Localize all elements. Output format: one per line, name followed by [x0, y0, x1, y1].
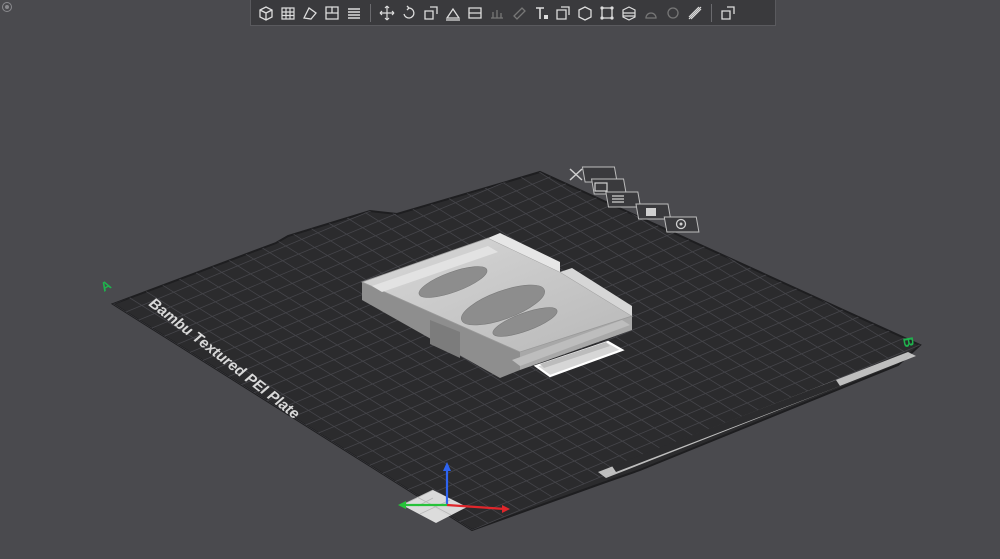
- cut-icon[interactable]: [465, 3, 485, 23]
- auto-orient-icon[interactable]: [300, 3, 320, 23]
- scale-icon[interactable]: [421, 3, 441, 23]
- rotate-icon[interactable]: [399, 3, 419, 23]
- main-toolbar: [250, 0, 776, 26]
- 3d-viewport[interactable]: Bambu Textured PEI Plate A B: [0, 0, 1000, 559]
- arrange-icon[interactable]: [322, 3, 342, 23]
- text-icon[interactable]: [531, 3, 551, 23]
- add-object-icon[interactable]: [256, 3, 276, 23]
- plate-settings-icon[interactable]: [663, 216, 700, 233]
- lay-on-face-icon[interactable]: [443, 3, 463, 23]
- emboss-icon[interactable]: [685, 3, 705, 23]
- toolbar-separator: [711, 3, 712, 22]
- view-options-icon[interactable]: [2, 2, 12, 12]
- brim-ears-icon[interactable]: [663, 3, 683, 23]
- seam-paint-icon[interactable]: [509, 3, 529, 23]
- measure-icon[interactable]: [575, 3, 595, 23]
- support-paint-icon[interactable]: [487, 3, 507, 23]
- mesh-boolean-icon[interactable]: [553, 3, 573, 23]
- split-layers-icon[interactable]: [344, 3, 364, 23]
- color-paint-icon[interactable]: [641, 3, 661, 23]
- variable-layer-icon[interactable]: [619, 3, 639, 23]
- move-icon[interactable]: [377, 3, 397, 23]
- assembly-icon[interactable]: [597, 3, 617, 23]
- plate-corner-mark-left: A: [98, 277, 114, 295]
- arrange-plate-icon[interactable]: [605, 191, 642, 208]
- assembly-view-icon[interactable]: [718, 3, 738, 23]
- toolbar-separator: [370, 3, 371, 22]
- add-plate-icon[interactable]: [278, 3, 298, 23]
